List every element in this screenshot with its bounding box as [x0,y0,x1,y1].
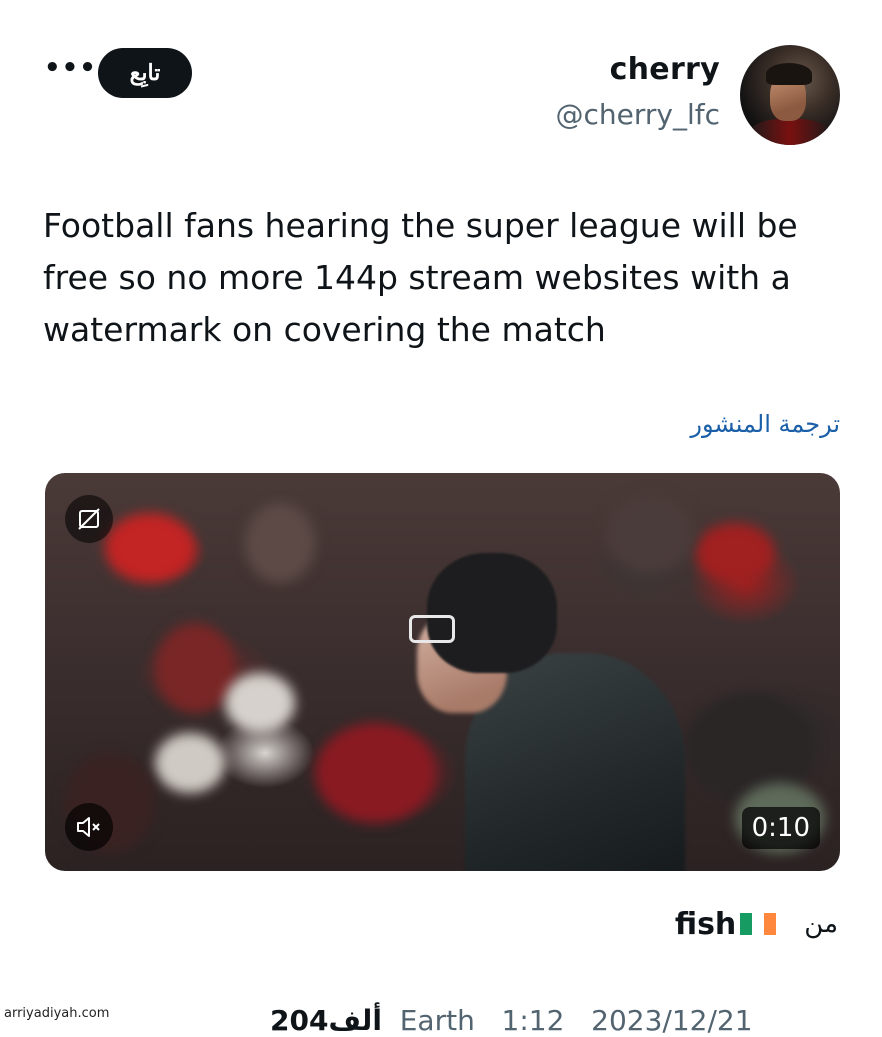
muted-speaker-icon[interactable] [65,803,113,851]
avatar-shirt [748,119,832,145]
author-display-name[interactable]: cherry [610,52,720,87]
more-horizontal-icon[interactable]: ••• [44,55,96,86]
muted-speaker-glyph [77,817,100,837]
crowd-blob [155,733,225,793]
location-text: Earth [399,1004,475,1037]
source-account[interactable]: fish [674,906,777,942]
post-time: 1:12 [501,1004,565,1037]
view-count: 204 [270,1004,329,1037]
flag-stripe [752,913,765,935]
person-cap [427,553,557,673]
crowd-blob [225,673,295,733]
follow-button[interactable]: تابِع [98,48,192,98]
crowd-blob [245,503,315,583]
crowd-blob [315,723,435,823]
from-label: من [804,909,838,939]
source-row: fish من [675,900,838,948]
site-watermark: arriyadiyah.com [0,1006,114,1021]
author-handle[interactable]: @cherry_lfc [556,98,721,131]
crowd-blob [605,493,695,573]
crowd-blob [155,623,235,713]
count-suffix: ألف [328,1004,382,1037]
source-name: fish [674,906,737,942]
no-alt-text-icon[interactable] [65,495,113,543]
video-player[interactable]: 0:10 [45,473,840,871]
translate-post-link[interactable]: ترجمة المنشور [690,410,840,438]
no-alt-text-glyph [78,508,100,530]
post-meta-row: ألف204 Earth 1:12 2023/12/21 [270,1004,870,1037]
crowd-blob [105,513,195,583]
crowd-blob [695,523,775,583]
author-avatar[interactable] [740,45,840,145]
avatar-hair [766,63,812,85]
person-glasses [409,615,455,643]
tweet-text: Football fans hearing the super league w… [43,206,798,349]
flag-stripe [764,913,777,935]
flag-stripe [740,913,753,935]
post-date: 2023/12/21 [591,1004,753,1037]
video-duration: 0:10 [741,807,820,849]
flag-icon [740,913,777,935]
